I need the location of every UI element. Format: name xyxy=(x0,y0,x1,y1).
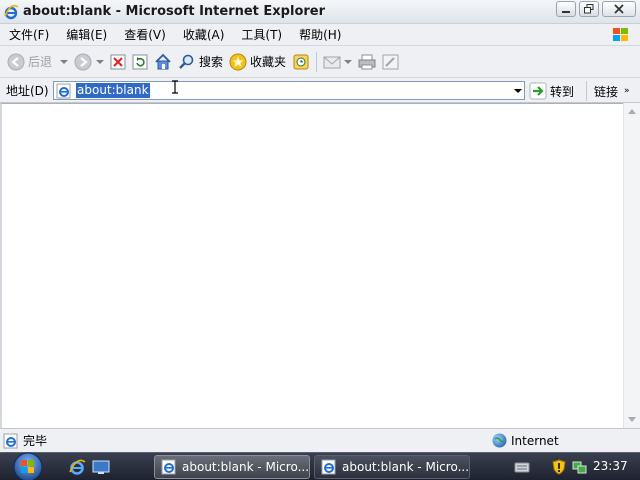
address-bar: 地址(D) about:blank 转到 链接 » xyxy=(0,78,640,103)
menu-favorites[interactable]: 收藏(A) xyxy=(174,26,233,43)
scroll-down-icon[interactable] xyxy=(628,417,636,422)
stop-button[interactable] xyxy=(107,49,129,75)
menu-tools[interactable]: 工具(T) xyxy=(232,26,290,43)
go-button[interactable]: 转到 xyxy=(529,81,574,101)
ie-logo-icon xyxy=(4,4,19,19)
minimize-button[interactable] xyxy=(556,1,576,17)
restore-icon xyxy=(584,4,594,14)
back-dropdown-icon[interactable] xyxy=(60,59,69,64)
menu-view[interactable]: 查看(V) xyxy=(115,26,174,43)
keyboard-icon[interactable] xyxy=(514,459,530,475)
menu-edit[interactable]: 编辑(E) xyxy=(57,26,115,43)
print-button[interactable] xyxy=(355,49,379,75)
task-label: about:blank - Micro... xyxy=(342,460,469,474)
title-bar: about:blank - Microsoft Internet Explore… xyxy=(0,0,640,24)
address-value: about:blank xyxy=(76,83,150,98)
forward-dropdown-icon[interactable] xyxy=(96,59,105,64)
taskbar: about:blank - Micro... about:blank - Mic… xyxy=(0,452,640,480)
links-button[interactable]: 链接 » xyxy=(586,81,630,101)
favorites-star-icon xyxy=(229,53,247,70)
address-input[interactable]: about:blank xyxy=(53,81,525,100)
quicklaunch-desktop-icon[interactable] xyxy=(92,458,110,476)
toolbar: 后退 搜索 收藏夹 xyxy=(0,46,640,78)
zone-label: Internet xyxy=(511,433,559,448)
menu-bar: 文件(F) 编辑(E) 查看(V) 收藏(A) 工具(T) 帮助(H) xyxy=(0,24,640,46)
text-cursor-icon xyxy=(172,80,178,94)
home-icon xyxy=(155,53,171,69)
links-chevron-icon: » xyxy=(624,86,630,96)
stop-icon xyxy=(110,54,126,69)
back-label: 后退 xyxy=(28,55,53,69)
task-label: about:blank - Micro... xyxy=(182,460,309,474)
status-bar: 完毕 Internet xyxy=(0,428,640,452)
page-done-icon xyxy=(3,433,18,448)
home-button[interactable] xyxy=(151,49,175,75)
task-ie-icon xyxy=(321,459,336,475)
close-button[interactable] xyxy=(602,1,636,17)
address-label: 地址(D) xyxy=(6,83,49,98)
clock[interactable]: 23:37 xyxy=(593,459,628,473)
search-button[interactable]: 搜索 xyxy=(175,49,226,75)
back-arrow-icon xyxy=(7,53,25,70)
refresh-icon xyxy=(132,54,148,69)
minimize-icon xyxy=(562,11,570,13)
favorites-label: 收藏夹 xyxy=(250,55,287,69)
edit-icon xyxy=(382,54,399,69)
go-label: 转到 xyxy=(550,84,575,99)
go-arrow-icon xyxy=(529,82,547,100)
menu-file[interactable]: 文件(F) xyxy=(0,26,57,43)
window-title: about:blank - Microsoft Internet Explore… xyxy=(23,4,326,19)
security-zone[interactable]: Internet xyxy=(492,433,559,448)
quicklaunch-ie-icon[interactable] xyxy=(68,458,86,476)
favorites-button[interactable]: 收藏夹 xyxy=(226,49,289,75)
network-icon[interactable] xyxy=(571,459,587,475)
edit-button[interactable] xyxy=(379,49,403,75)
security-shield-icon[interactable] xyxy=(551,459,567,475)
taskbar-item-ie-1[interactable]: about:blank - Micro... xyxy=(154,455,310,479)
mail-button[interactable] xyxy=(320,49,355,75)
status-text: 完毕 xyxy=(23,434,48,448)
menu-help[interactable]: 帮助(H) xyxy=(290,26,349,43)
refresh-button[interactable] xyxy=(129,49,151,75)
forward-arrow-icon xyxy=(74,53,92,70)
forward-button[interactable] xyxy=(71,49,107,75)
globe-icon xyxy=(492,433,507,448)
toolbar-separator xyxy=(316,51,318,72)
address-dropdown-icon[interactable] xyxy=(514,89,522,93)
taskbar-item-ie-2[interactable]: about:blank - Micro... xyxy=(314,455,470,479)
start-orb-icon[interactable] xyxy=(10,451,46,480)
window-controls xyxy=(553,1,636,17)
search-label: 搜索 xyxy=(199,55,224,69)
close-icon xyxy=(614,4,624,14)
back-button[interactable]: 后退 xyxy=(4,49,71,75)
print-icon xyxy=(358,54,376,69)
scroll-up-icon[interactable] xyxy=(628,109,636,114)
mail-dropdown-icon[interactable] xyxy=(344,59,353,64)
page-content[interactable] xyxy=(0,103,623,428)
windows-flag-icon xyxy=(613,28,628,41)
search-icon xyxy=(179,54,194,69)
page-ie-icon xyxy=(56,83,71,98)
vertical-scrollbar[interactable] xyxy=(623,103,640,428)
history-button[interactable] xyxy=(289,49,313,75)
task-ie-icon xyxy=(161,459,176,475)
restore-button[interactable] xyxy=(579,1,599,17)
links-label: 链接 xyxy=(594,84,619,99)
mail-icon xyxy=(323,56,341,68)
history-icon xyxy=(293,54,309,69)
